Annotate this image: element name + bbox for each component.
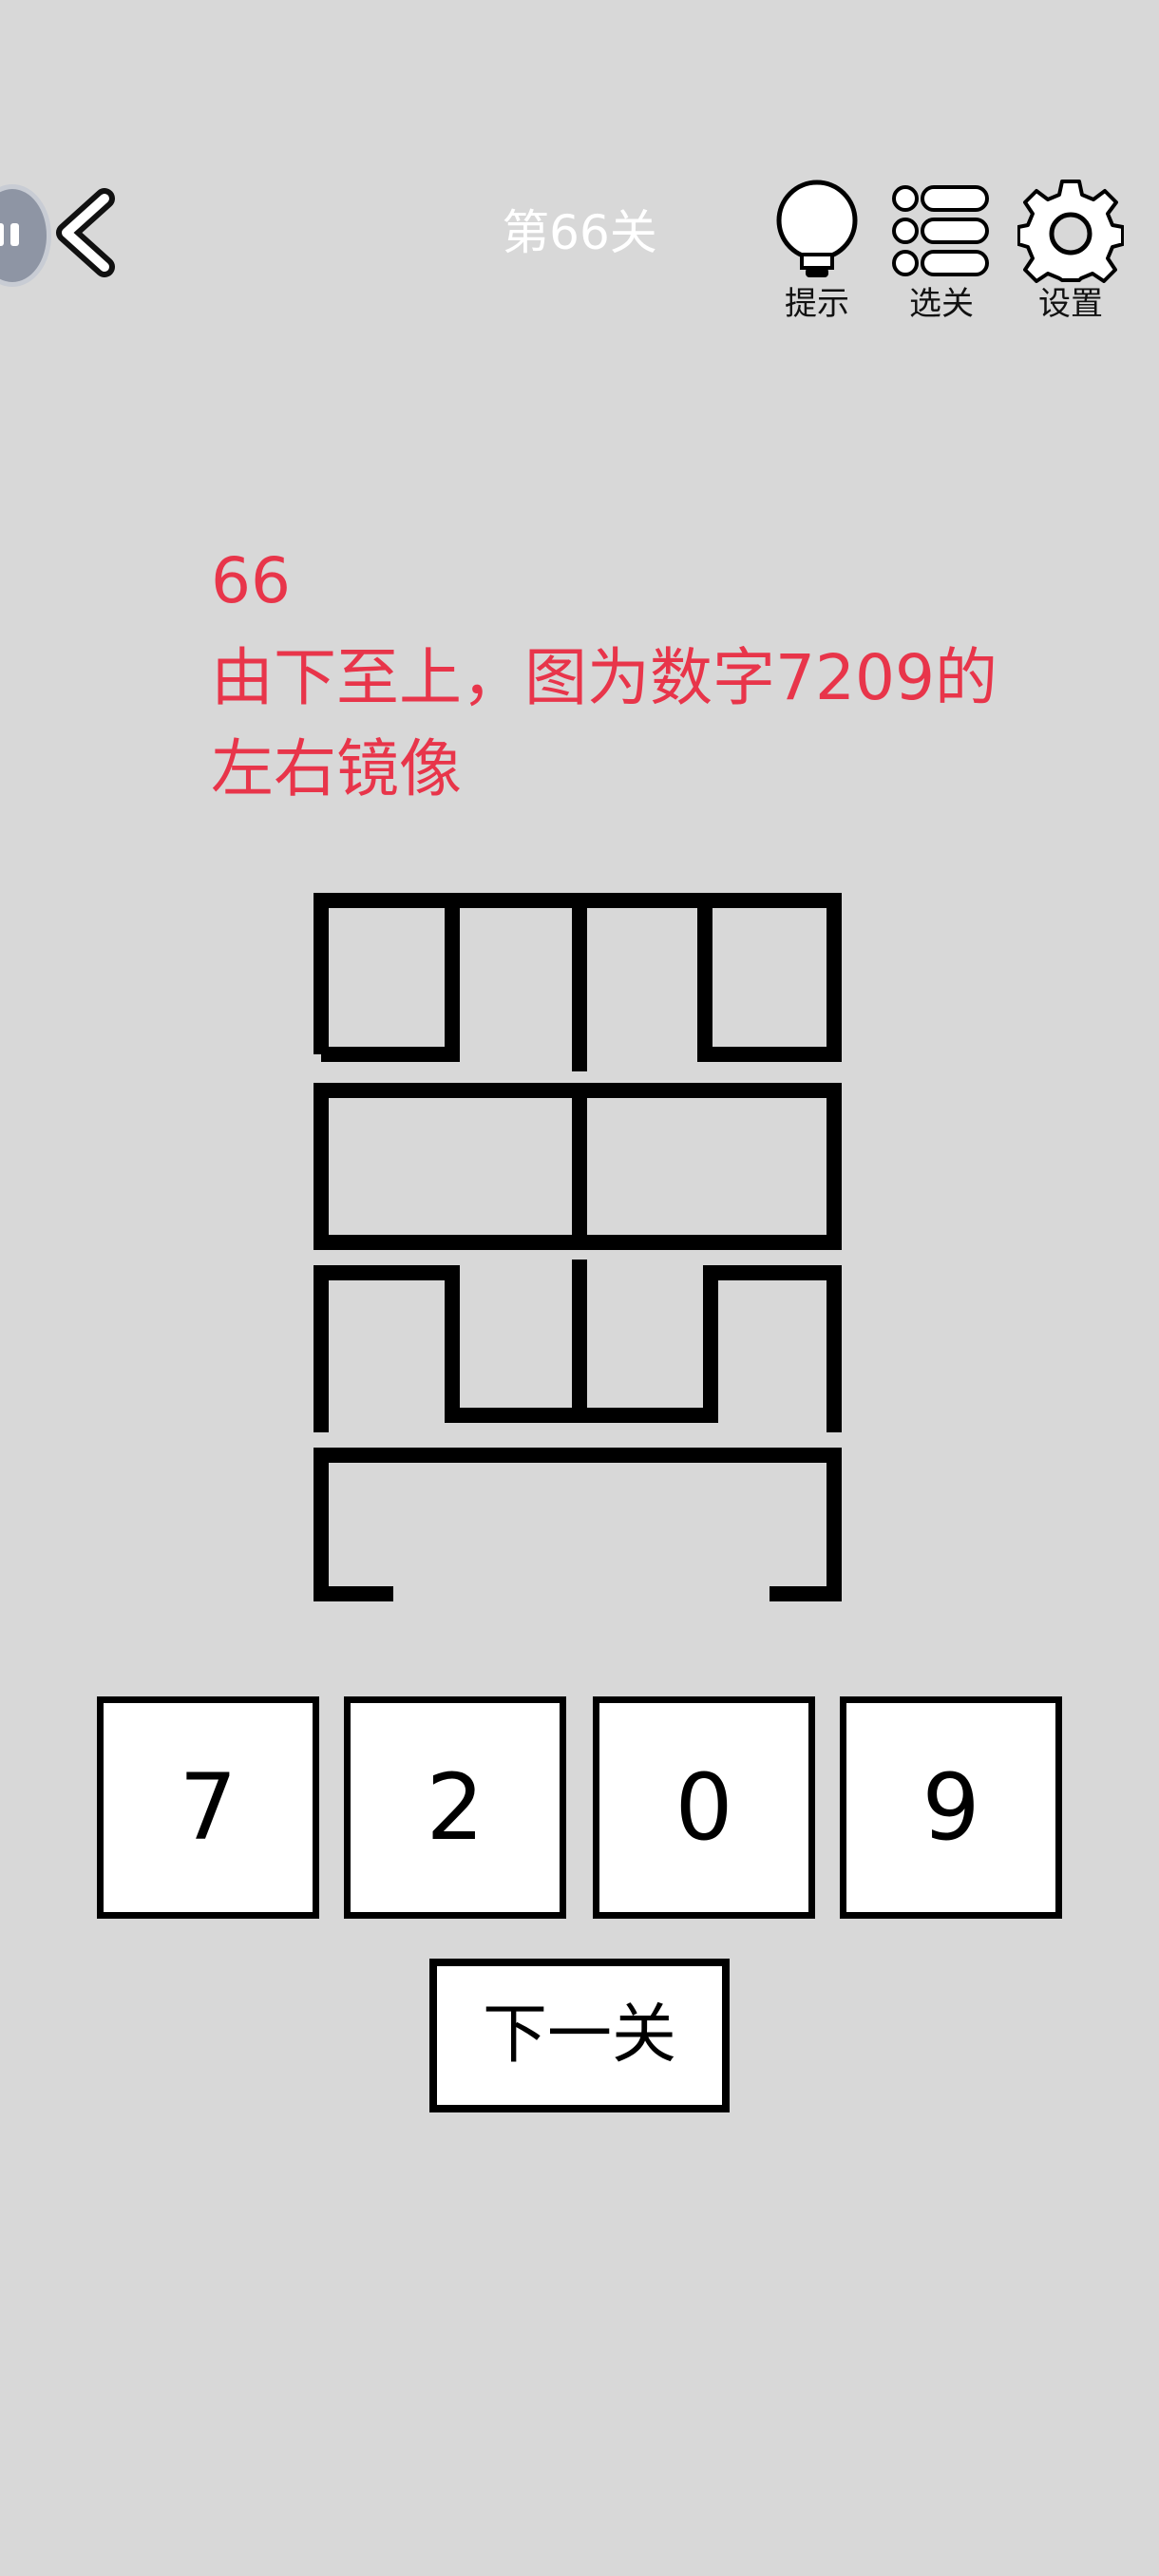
question-line-2: 左右镜像 <box>211 732 462 805</box>
game-screen: 第66关 提示 选关 设置 66 由下至上，图为数字7209的 左右镜像 7 2… <box>0 0 1159 2576</box>
hint-label: 提示 <box>785 285 849 323</box>
settings-label: 设置 <box>1038 285 1103 323</box>
levels-label: 选关 <box>909 285 974 323</box>
pause-icon <box>0 223 4 246</box>
answer-box-4[interactable]: 9 <box>840 1696 1062 1919</box>
settings-button[interactable]: 设置 <box>1009 179 1132 331</box>
pause-icon-bar <box>10 223 19 246</box>
figure-segment-9-left <box>321 900 460 1062</box>
pause-button[interactable] <box>0 184 51 287</box>
question-number: 66 <box>211 544 291 617</box>
level-title: 第66关 <box>502 205 657 260</box>
back-button[interactable] <box>49 185 125 280</box>
question-line-1: 由下至上，图为数字7209的 <box>211 641 998 714</box>
hint-button[interactable]: 提示 <box>755 179 879 331</box>
figure-segment-7 <box>314 1448 842 1601</box>
next-level-button[interactable]: 下一关 <box>429 1959 730 2112</box>
question-text: 由下至上，图为数字7209的 左右镜像 <box>211 633 1066 815</box>
chevron-left-icon <box>56 188 115 277</box>
level-select-button[interactable]: 选关 <box>880 179 1003 331</box>
puzzle-figure <box>314 893 842 1601</box>
answer-box-3[interactable]: 0 <box>593 1696 815 1919</box>
lightbulb-icon <box>776 180 858 277</box>
answer-box-1[interactable]: 7 <box>97 1696 319 1919</box>
answer-box-2[interactable]: 2 <box>344 1696 566 1919</box>
list-icon <box>892 185 989 276</box>
gear-icon <box>1017 180 1124 283</box>
